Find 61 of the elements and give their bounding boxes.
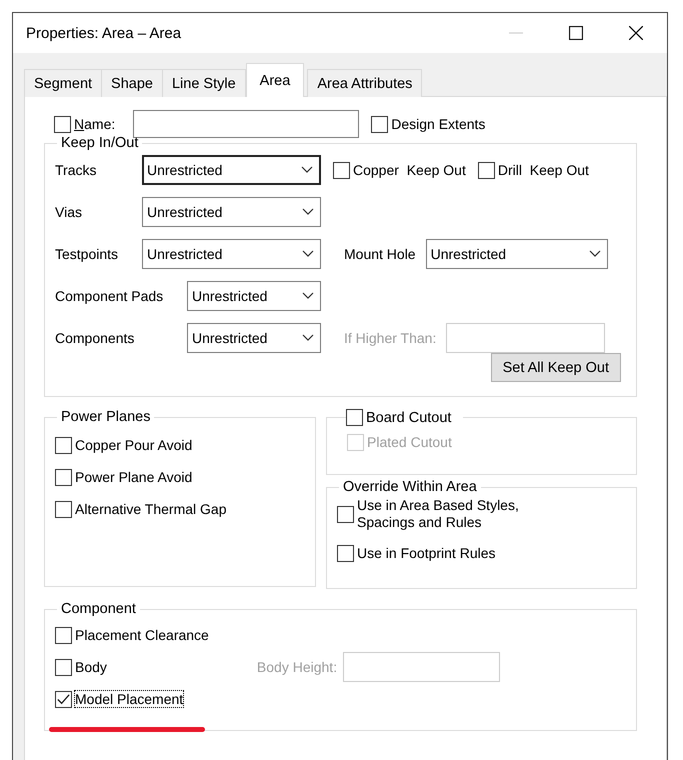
dropdown[interactable]: Unrestricted (187, 323, 321, 353)
checkbox[interactable] (54, 116, 71, 132)
window-title: Properties: Area – Area (26, 24, 182, 42)
checkbox-label: Design Extents (391, 116, 486, 132)
checkbox-label: Drill Keep Out (498, 162, 589, 178)
dropdown[interactable]: Unrestricted (142, 155, 321, 185)
set-all-keep-out-button[interactable]: Set All Keep Out (490, 353, 621, 382)
maximize-icon[interactable] (569, 26, 583, 40)
checkbox[interactable] (55, 626, 72, 644)
checkbox-label: Placement Clearance (75, 627, 209, 643)
checkbox-label: Power Plane Avoid (75, 469, 192, 485)
checkbox-label: Model Placement (75, 691, 184, 707)
checkbox[interactable] (371, 116, 388, 132)
field-label: If Higher Than: (344, 330, 436, 346)
dropdown[interactable]: Unrestricted (187, 281, 321, 311)
field-label: Components (55, 330, 136, 346)
checkbox-label: Body (75, 659, 107, 675)
checkbox-label: Copper Pour Avoid (75, 437, 192, 453)
group-title: Keep In/Out (60, 135, 140, 151)
dropdown[interactable]: Unrestricted (142, 239, 321, 269)
chevron-down-icon (301, 166, 313, 174)
close-icon[interactable] (629, 26, 643, 40)
field-label: Vias (55, 204, 83, 220)
chevron-down-icon (302, 292, 314, 300)
checkbox[interactable] (478, 162, 495, 178)
field-label: Body Height: (256, 659, 338, 675)
group-title: Override Within Area (342, 479, 478, 495)
checkbox-label: Name: (74, 116, 116, 132)
tab[interactable]: Shape (101, 69, 163, 97)
dropdown[interactable]: Unrestricted (142, 197, 321, 227)
field-label: Mount Hole (344, 246, 416, 262)
checkbox[interactable] (55, 468, 72, 486)
checkbox-label: Copper Keep Out (353, 162, 466, 178)
checkbox-label: Plated Cutout (367, 434, 452, 450)
checkbox[interactable] (55, 436, 72, 454)
checkbox[interactable] (337, 506, 354, 522)
checkbox-label: Board Cutout (366, 410, 452, 426)
field-label: Component Pads (55, 288, 164, 304)
checkbox-label: Use in Footprint Rules (357, 545, 496, 562)
tab[interactable]: Line Style (162, 69, 246, 97)
dropdown[interactable]: Unrestricted (426, 239, 608, 269)
field-label: Testpoints (55, 246, 120, 262)
checkbox[interactable] (333, 162, 350, 178)
checkbox[interactable] (55, 658, 72, 676)
chevron-down-icon (302, 250, 314, 258)
tab[interactable]: Area (246, 63, 304, 97)
tab[interactable]: Segment (24, 69, 102, 97)
checkbox[interactable] (55, 500, 72, 518)
tab[interactable]: Area Attributes (307, 69, 422, 97)
checkbox-label: Alternative Thermal Gap (75, 501, 226, 517)
group-title: Power Planes (60, 409, 152, 425)
checkbox[interactable] (55, 690, 72, 708)
chevron-down-icon (302, 334, 314, 342)
chevron-down-icon (302, 208, 314, 216)
group-title: Component (60, 601, 137, 617)
chevron-down-icon (588, 250, 601, 258)
checkbox[interactable] (337, 545, 354, 562)
field-label: Tracks (55, 162, 98, 178)
checkbox[interactable] (346, 409, 363, 426)
checkbox-label: Use in Area Based Styles, Spacings and Rules (357, 497, 519, 531)
name-field[interactable] (133, 110, 360, 138)
